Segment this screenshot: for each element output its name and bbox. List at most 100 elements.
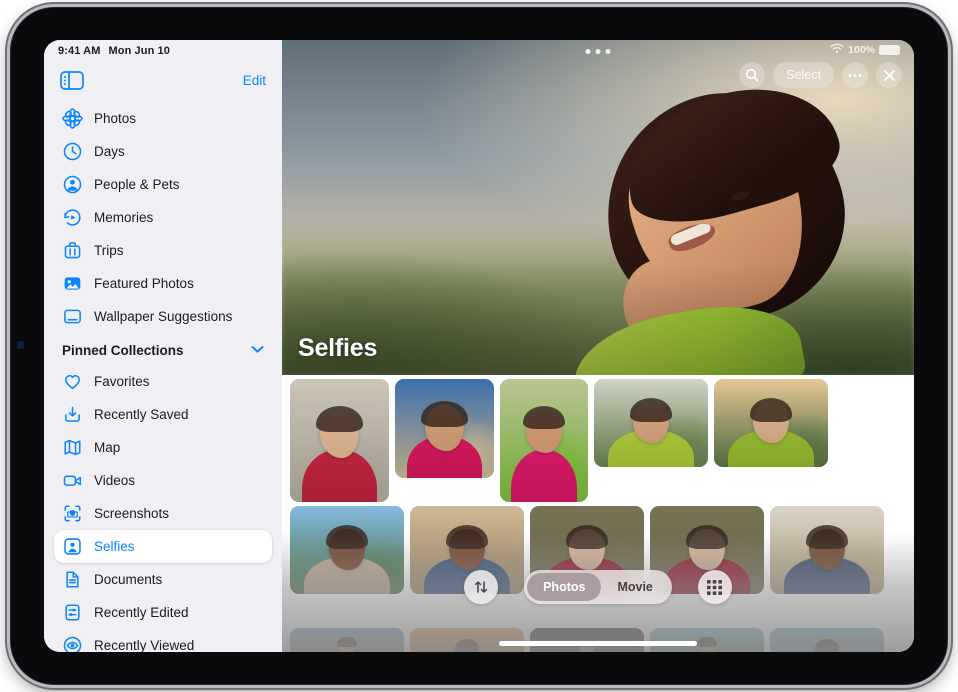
selfie-elderly-couple[interactable] xyxy=(290,379,389,502)
sidebar-item-label: Favorites xyxy=(94,374,150,389)
sidebar-item-selfies[interactable]: Selfies xyxy=(54,530,272,563)
home-indicator[interactable] xyxy=(499,641,697,646)
wifi-icon xyxy=(830,43,844,57)
thumbnail-vignette xyxy=(530,628,644,652)
sidebar-item-label: Featured Photos xyxy=(94,276,194,291)
sidebar-item-documents[interactable]: Documents xyxy=(54,563,272,596)
grid-view-icon[interactable] xyxy=(698,570,732,604)
sidebar-item-recently-saved[interactable]: Recently Saved xyxy=(54,398,272,431)
sidebar-item-photos[interactable]: Photos xyxy=(54,102,272,135)
view-mode-segmented-control: Photos Movie xyxy=(524,570,672,604)
person-circle-icon xyxy=(62,174,83,195)
bottom-controls: Photos Movie xyxy=(282,570,914,604)
thumbnail-vignette xyxy=(714,379,828,467)
selfie-rock-partial[interactable] xyxy=(770,628,884,652)
photo-grid-row xyxy=(282,628,892,652)
edit-button[interactable]: Edit xyxy=(243,73,266,88)
section-title: Pinned Collections xyxy=(62,343,184,358)
hero-banner[interactable]: Selfies xyxy=(282,40,914,375)
selfie-desert-partial[interactable] xyxy=(290,628,404,652)
sidebar-item-label: Trips xyxy=(94,243,124,258)
photos-flower-icon xyxy=(62,108,83,129)
video-camera-icon xyxy=(62,470,83,491)
memories-play-icon xyxy=(62,207,83,228)
sidebar-item-memories[interactable]: Memories xyxy=(54,201,272,234)
sidebar-item-label: Days xyxy=(94,144,125,159)
sidebar-item-screenshots[interactable]: Screenshots xyxy=(54,497,272,530)
thumbnail-vignette xyxy=(770,628,884,652)
selfie-woman-rocks-pink[interactable] xyxy=(395,379,494,478)
sidebar-item-recently-edited[interactable]: Recently Edited xyxy=(54,596,272,629)
sort-arrows-icon[interactable] xyxy=(464,570,498,604)
battery-percent-label: 100% xyxy=(848,44,875,56)
multitask-handle-icon[interactable] xyxy=(586,49,611,54)
sidebar-item-videos[interactable]: Videos xyxy=(54,464,272,497)
status-date: Mon Jun 10 xyxy=(108,45,170,57)
thumbnail-vignette xyxy=(290,628,404,652)
sidebar-item-favorites[interactable]: Favorites xyxy=(54,365,272,398)
content-pane: Selfies 100% Select xyxy=(282,40,914,652)
thumbnail-vignette xyxy=(500,379,588,502)
sidebar-item-label: Recently Edited xyxy=(94,605,189,620)
handle-dot xyxy=(586,49,591,54)
heart-icon xyxy=(62,371,83,392)
selfie-person-curly-sunset[interactable] xyxy=(714,379,828,467)
sidebar-item-days[interactable]: Days xyxy=(54,135,272,168)
close-x-icon[interactable] xyxy=(876,62,902,88)
status-bar: 9:41 AM Mon Jun 10 xyxy=(44,40,282,62)
sidebar-item-label: Selfies xyxy=(94,539,135,554)
status-time: 9:41 AM xyxy=(58,45,100,57)
select-button[interactable]: Select xyxy=(773,62,834,88)
screenshot-icon xyxy=(62,503,83,524)
thumbnail-vignette xyxy=(410,628,524,652)
selfie-sunset-partial[interactable] xyxy=(410,628,524,652)
sidebar-item-map[interactable]: Map xyxy=(54,431,272,464)
sidebar-item-wallpaper-suggestions[interactable]: Wallpaper Suggestions xyxy=(54,300,272,333)
sidebar-toggle-icon[interactable] xyxy=(60,71,84,90)
sidebar-item-label: Recently Viewed xyxy=(94,638,194,652)
sidebar-scroll-area[interactable]: Photos Days xyxy=(44,98,282,652)
page-title: Selfies xyxy=(298,334,377,363)
sidebar-item-label: Map xyxy=(94,440,120,455)
document-icon xyxy=(62,569,83,590)
sidebar-item-label: Videos xyxy=(94,473,135,488)
sidebar-item-label: Screenshots xyxy=(94,506,169,521)
handle-dot xyxy=(596,49,601,54)
sidebar-item-trips[interactable]: Trips xyxy=(54,234,272,267)
sidebar-item-label: Recently Saved xyxy=(94,407,189,422)
sidebar-item-people-and-pets[interactable]: People & Pets xyxy=(54,168,272,201)
photo-grid[interactable] xyxy=(282,375,914,652)
segment-photos[interactable]: Photos xyxy=(527,573,601,601)
sliders-document-icon xyxy=(62,602,83,623)
selfie-woman-green-overhead[interactable] xyxy=(500,379,588,502)
thumbnail-vignette xyxy=(395,379,494,478)
sidebar-item-label: Photos xyxy=(94,111,136,126)
suitcase-icon xyxy=(62,240,83,261)
sidebar-item-label: Wallpaper Suggestions xyxy=(94,309,232,324)
selfie-dark-partial[interactable] xyxy=(530,628,644,652)
chevron-down-icon[interactable] xyxy=(251,341,264,359)
thumbnail-vignette xyxy=(290,379,389,502)
map-icon xyxy=(62,437,83,458)
content-toolbar: Select xyxy=(739,62,902,88)
sidebar-item-featured-photos[interactable]: Featured Photos xyxy=(54,267,272,300)
sidebar-toolbar: Edit xyxy=(44,62,282,98)
sidebar-item-recently-viewed[interactable]: Recently Viewed xyxy=(54,629,272,652)
handle-dot xyxy=(606,49,611,54)
search-icon[interactable] xyxy=(739,62,765,88)
battery-full-icon xyxy=(879,45,900,55)
sidebar: 9:41 AM Mon Jun 10 Edit xyxy=(44,40,282,652)
photo-grid-row xyxy=(282,379,836,502)
sidebar-item-label: People & Pets xyxy=(94,177,180,192)
thumbnail-vignette xyxy=(594,379,708,467)
sidebar-item-label: Documents xyxy=(94,572,162,587)
selfie-cactus-partial[interactable] xyxy=(650,628,764,652)
pinned-collections-header[interactable]: Pinned Collections xyxy=(54,335,272,365)
thumbnail-vignette xyxy=(650,628,764,652)
person-frame-icon xyxy=(62,536,83,557)
tablet-screen: 9:41 AM Mon Jun 10 Edit xyxy=(44,40,914,652)
ellipsis-icon[interactable] xyxy=(842,62,868,88)
device-side-button[interactable] xyxy=(17,341,24,349)
selfie-woman-green-sunset[interactable] xyxy=(594,379,708,467)
segment-movie[interactable]: Movie xyxy=(601,573,668,601)
